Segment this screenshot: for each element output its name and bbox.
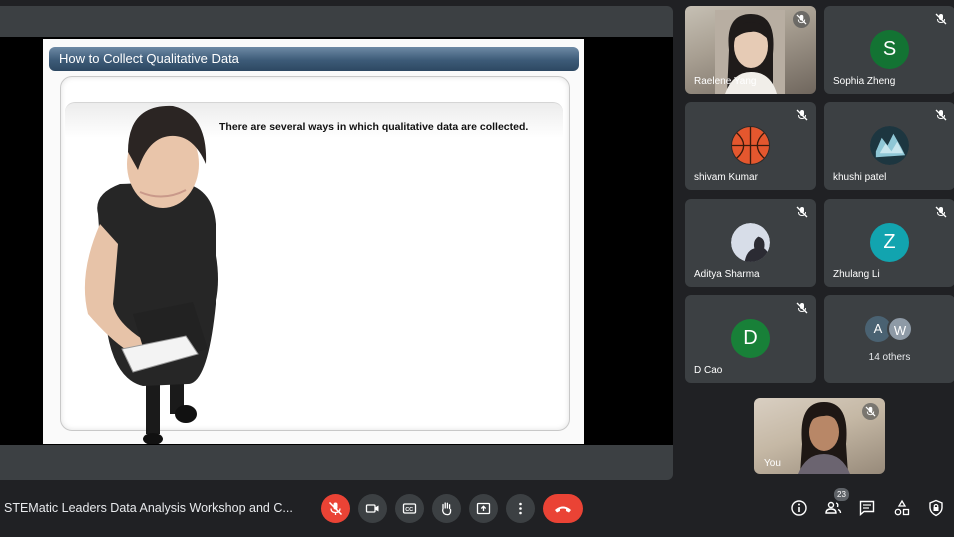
presentation-stage[interactable]: How to Collect Qualitative Data There ar… [0,37,673,445]
avatar: W [887,316,913,342]
meet-window: How to Collect Qualitative Data There ar… [0,0,954,537]
leave-call-button[interactable] [543,494,583,523]
participant-tile-zhulang[interactable]: Z Zhulang Li [824,199,954,287]
stage-bottom-bar [0,445,673,480]
avatar: D [731,319,770,358]
others-count-label: 14 others [868,352,911,363]
avatar: S [870,30,909,69]
camera-toggle-button[interactable] [358,494,387,523]
svg-text:CC: CC [405,507,413,513]
present-screen-button[interactable] [469,494,498,523]
microphone-toggle-button[interactable] [321,494,350,523]
participant-name: Raelene Yang [694,76,757,87]
woman-taking-notes-image [84,105,218,444]
participant-tile-dcao[interactable]: D D Cao [685,295,816,383]
activities-icon[interactable] [893,499,911,517]
participant-name: Zhulang Li [833,269,880,280]
participant-name: shivam Kumar [694,172,758,183]
captions-button[interactable]: CC [395,494,424,523]
people-icon[interactable] [824,499,842,517]
participant-name: Sophia Zheng [833,76,896,87]
participant-tile-aditya[interactable]: Aditya Sharma [685,199,816,287]
chat-icon[interactable] [858,499,876,517]
participant-tile-khushi[interactable]: khushi patel [824,102,954,190]
hand-icon [442,502,452,516]
others-tile[interactable]: A W 14 others [824,295,954,383]
more-vertical-icon [519,502,522,515]
participant-tile-sophia[interactable]: S Sophia Zheng [824,6,954,94]
present-icon [476,502,491,515]
mic-off-icon [935,109,947,121]
participant-name: khushi patel [833,172,887,183]
host-controls-shield-icon[interactable] [927,499,945,517]
mic-off-icon [935,13,947,25]
closed-captions-icon: CC [402,503,417,514]
participant-tile-shivam[interactable]: shivam Kumar [685,102,816,190]
mic-off-icon [793,11,810,28]
slide-body-text: There are several ways in which qualitat… [219,121,529,133]
slide-header: How to Collect Qualitative Data [49,47,579,71]
mic-off-icon [796,302,808,314]
participant-count-badge: 23 [834,488,849,501]
participant-tile-raelene[interactable]: Raelene Yang [685,6,816,94]
avatar: Z [870,223,909,262]
mic-off-icon [796,206,808,218]
ice-photo-icon [870,126,909,165]
meeting-details-info-icon[interactable] [790,499,808,517]
self-video [798,402,850,474]
raise-hand-button[interactable] [432,494,461,523]
mic-off-icon [796,109,808,121]
meeting-title: STEMatic Leaders Data Analysis Workshop … [4,501,293,515]
self-name: You [764,458,781,469]
stage-top-bar [0,6,673,37]
mic-off-icon [935,206,947,218]
participant-name: Aditya Sharma [694,269,760,280]
presentation-slide: How to Collect Qualitative Data There ar… [43,39,584,444]
mic-off-icon [328,501,343,516]
mic-off-icon [862,403,879,420]
more-options-button[interactable] [506,494,535,523]
camera-icon [365,504,379,513]
slide-title: How to Collect Qualitative Data [59,51,239,66]
end-call-icon [555,506,571,513]
self-view-tile[interactable]: You [754,398,885,474]
participant-name: D Cao [694,365,723,376]
basketball-icon [731,126,770,165]
silhouette-photo-icon [731,223,770,262]
